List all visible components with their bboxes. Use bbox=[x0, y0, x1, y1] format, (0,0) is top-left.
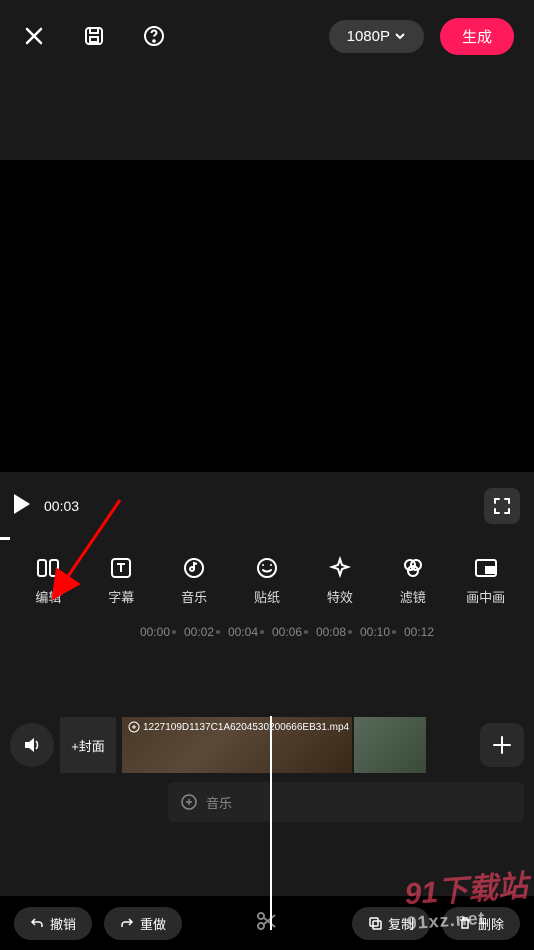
time-ruler[interactable]: 00:00 00:02 00:04 00:06 00:08 00:10 00:1… bbox=[0, 620, 534, 644]
pip-icon bbox=[473, 555, 499, 581]
resolution-label: 1080P bbox=[347, 28, 390, 45]
video-preview[interactable] bbox=[0, 160, 534, 472]
tool-label: 音乐 bbox=[181, 587, 207, 606]
video-clip[interactable] bbox=[354, 717, 426, 773]
save-button[interactable] bbox=[80, 22, 108, 50]
playhead[interactable] bbox=[270, 716, 272, 930]
fullscreen-button[interactable] bbox=[484, 488, 520, 524]
scissors-icon bbox=[255, 909, 279, 933]
close-button[interactable] bbox=[20, 22, 48, 50]
tool-effects[interactable]: 特效 bbox=[303, 555, 376, 606]
close-icon bbox=[22, 24, 46, 48]
copy-button[interactable]: 复制 bbox=[352, 907, 430, 940]
tool-label: 字幕 bbox=[108, 587, 134, 606]
add-clip-button[interactable] bbox=[480, 723, 524, 767]
resolution-selector[interactable]: 1080P bbox=[329, 20, 424, 53]
tool-label: 滤镜 bbox=[400, 587, 426, 606]
tool-subtitle[interactable]: 字幕 bbox=[85, 555, 158, 606]
ruler-tick: 00:12 bbox=[404, 625, 464, 639]
fullscreen-icon bbox=[493, 497, 511, 515]
copy-icon bbox=[368, 916, 382, 930]
volume-icon bbox=[22, 735, 42, 755]
undo-label: 撤销 bbox=[50, 914, 76, 933]
add-music-button[interactable]: 音乐 bbox=[168, 782, 524, 822]
help-icon bbox=[142, 24, 166, 48]
playback-time: 00:03 bbox=[44, 498, 79, 514]
tool-label: 编辑 bbox=[35, 587, 61, 606]
play-icon bbox=[14, 494, 32, 514]
play-button[interactable] bbox=[14, 494, 32, 519]
save-icon bbox=[82, 24, 106, 48]
undo-icon bbox=[30, 916, 44, 930]
music-add-icon bbox=[180, 793, 198, 811]
tool-label: 特效 bbox=[327, 587, 353, 606]
video-clip[interactable]: 1227109D1137C1A6204530200666EB31.mp4 bbox=[122, 717, 352, 773]
cover-button[interactable]: +封面 bbox=[60, 717, 116, 773]
tool-label: 画中画 bbox=[466, 587, 505, 606]
plus-icon bbox=[491, 734, 513, 756]
tool-filter[interactable]: 滤镜 bbox=[376, 555, 449, 606]
music-label: 音乐 bbox=[206, 793, 232, 812]
generate-button[interactable]: 生成 bbox=[440, 18, 514, 55]
delete-button[interactable]: 删除 bbox=[442, 907, 520, 940]
sparkle-icon bbox=[327, 555, 353, 581]
tool-pip[interactable]: 画中画 bbox=[449, 555, 522, 606]
preview-top-padding bbox=[0, 72, 534, 160]
volume-button[interactable] bbox=[10, 723, 54, 767]
tool-label: 贴纸 bbox=[254, 587, 280, 606]
copy-label: 复制 bbox=[388, 914, 414, 933]
split-button[interactable] bbox=[255, 909, 279, 938]
text-icon bbox=[108, 555, 134, 581]
clip-filename-label: 1227109D1137C1A6204530200666EB31.mp4 bbox=[128, 721, 349, 733]
progress-indicator bbox=[0, 537, 10, 540]
edit-icon bbox=[35, 555, 61, 581]
chevron-down-icon bbox=[394, 30, 406, 42]
filter-icon bbox=[400, 555, 426, 581]
music-icon bbox=[181, 555, 207, 581]
redo-icon bbox=[120, 916, 134, 930]
tool-music[interactable]: 音乐 bbox=[158, 555, 231, 606]
redo-label: 重做 bbox=[140, 914, 166, 933]
trash-icon bbox=[458, 916, 472, 930]
sticker-icon bbox=[254, 555, 280, 581]
clip-track[interactable]: 1227109D1137C1A6204530200666EB31.mp4 bbox=[122, 717, 474, 773]
tool-sticker[interactable]: 贴纸 bbox=[231, 555, 304, 606]
undo-button[interactable]: 撤销 bbox=[14, 907, 92, 940]
help-button[interactable] bbox=[140, 22, 168, 50]
link-icon bbox=[128, 721, 140, 733]
redo-button[interactable]: 重做 bbox=[104, 907, 182, 940]
delete-label: 删除 bbox=[478, 914, 504, 933]
tool-edit[interactable]: 编辑 bbox=[12, 555, 85, 606]
